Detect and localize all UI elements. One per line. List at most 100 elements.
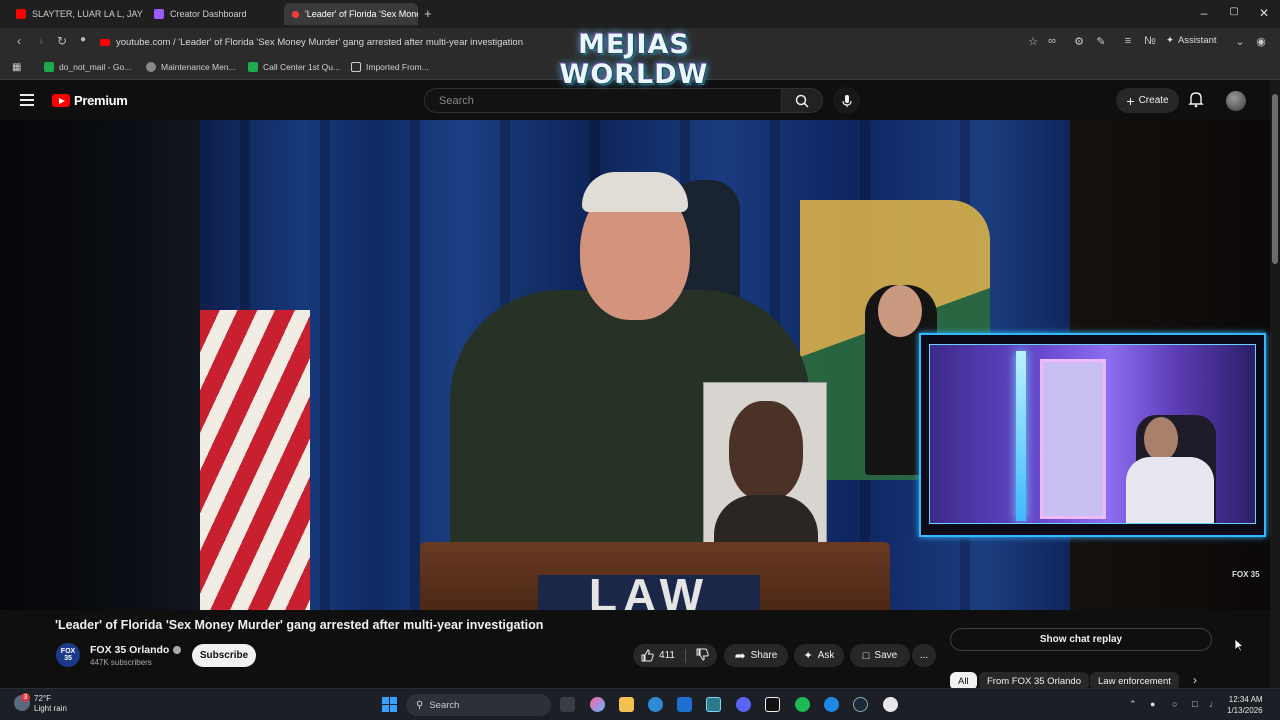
file-explorer-icon[interactable]	[619, 697, 634, 712]
notifications-bell-icon[interactable]	[1188, 91, 1204, 113]
close-window-icon[interactable]: ✕	[1256, 6, 1272, 20]
search-placeholder: Search	[439, 94, 474, 107]
forward-icon[interactable]: ›	[34, 34, 48, 48]
folder-icon	[351, 62, 361, 72]
youtube-play-icon	[52, 94, 70, 107]
browser-tab-3[interactable]: 'Leader' of Florida 'Sex Mone...	[284, 3, 418, 25]
subscriber-count: 447K subscribers	[90, 658, 152, 667]
chip-scroll-right-icon[interactable]: ›	[1193, 673, 1197, 687]
new-tab-button[interactable]: +	[424, 6, 432, 21]
steam-icon[interactable]	[853, 697, 868, 712]
reading-list-icon[interactable]: ≡	[1121, 35, 1135, 47]
assistant-button[interactable]: ✦ Assistant	[1166, 35, 1217, 46]
menu-icon[interactable]	[20, 94, 34, 106]
back-icon[interactable]: ‹	[12, 34, 26, 48]
extensions-icon[interactable]: ⚙	[1072, 35, 1086, 48]
browser-icon[interactable]	[706, 697, 721, 712]
youtube-logo[interactable]: Premium	[52, 93, 128, 108]
tool-icon[interactable]: ✎	[1094, 35, 1108, 48]
plus-icon: +	[1126, 92, 1135, 109]
clock-time: 12:34 AM	[1228, 695, 1263, 704]
sheriff-hair	[582, 172, 688, 212]
spotify-icon[interactable]	[795, 697, 810, 712]
obs-icon[interactable]	[765, 697, 780, 712]
bookmark-label: do_not_mail - Go...	[59, 62, 132, 72]
create-label: Create	[1138, 95, 1169, 106]
channel-name[interactable]: FOX 35 Orlando	[90, 644, 182, 656]
bookmark-item[interactable]: Maintenance Men...	[146, 62, 236, 72]
camera-app-icon[interactable]	[883, 697, 898, 712]
search-icon: ⚲	[416, 699, 424, 711]
streamer-logo: MEJIAS WORLDW	[560, 20, 708, 100]
youtube-premium-label: Premium	[74, 93, 128, 108]
copilot-icon[interactable]	[590, 697, 605, 712]
discord-icon[interactable]	[736, 697, 751, 712]
door	[1040, 359, 1106, 519]
bookmark-label: Maintenance Men...	[161, 62, 236, 72]
windows-taskbar: 3 72°F Light rain ⚲ Search ⌃ ● ○ □ ♩ 12:…	[0, 688, 1280, 720]
tray-app-icon[interactable]: ●	[1150, 699, 1155, 709]
scrollbar-thumb[interactable]	[1272, 94, 1278, 264]
browser-tab-2[interactable]: Creator Dashboard	[146, 3, 281, 25]
chevron-down-icon[interactable]: ⌄	[1233, 35, 1247, 48]
dislike-button[interactable]	[696, 648, 709, 664]
maximize-icon[interactable]: ▢	[1226, 6, 1242, 17]
task-view-icon[interactable]	[560, 697, 575, 712]
channel-watermark: FOX 35	[1232, 570, 1260, 579]
bookmark-label: Call Center 1st Qu...	[263, 62, 341, 72]
link-icon[interactable]: ∞	[1045, 35, 1059, 47]
bookmark-star-icon[interactable]: ☆	[1026, 35, 1040, 48]
subscribe-button[interactable]: Subscribe	[192, 644, 256, 667]
ask-label: Ask	[817, 650, 835, 661]
show-chat-replay-button[interactable]: Show chat replay	[950, 628, 1212, 651]
webcam-feed	[929, 344, 1256, 524]
save-label: Save	[874, 650, 898, 661]
tray-volume-icon[interactable]: ♩	[1209, 699, 1218, 709]
like-button[interactable]: 411	[641, 649, 675, 662]
edge-icon[interactable]	[648, 697, 663, 712]
save-button[interactable]: □ Save	[850, 644, 910, 667]
bookmark-icon: □	[862, 649, 870, 662]
apps-grid-icon[interactable]: ▦	[12, 62, 21, 73]
browser-tab-1[interactable]: SLAYTER, LUAR LA L, JAY WH...	[8, 3, 143, 25]
search-icon	[795, 94, 809, 108]
avatar[interactable]	[1226, 91, 1246, 111]
sheets-icon	[44, 62, 54, 72]
tray-display-icon[interactable]: □	[1192, 699, 1197, 709]
ask-button[interactable]: ✦ Ask	[794, 644, 844, 667]
voice-search-button[interactable]	[833, 87, 860, 114]
assistant-icon: ✦	[1166, 35, 1174, 46]
channel-avatar[interactable]: FOX 35	[56, 643, 80, 667]
verified-icon	[173, 646, 182, 654]
minimize-icon[interactable]: –	[1196, 6, 1212, 20]
app-icon[interactable]	[824, 697, 839, 712]
reload-icon[interactable]: ↻	[55, 34, 69, 48]
logo-line-2: WORLDW	[559, 59, 709, 90]
tray-chevron-up-icon[interactable]: ⌃	[1129, 699, 1137, 710]
page-scrollbar[interactable]	[1270, 80, 1280, 688]
bookmark-item[interactable]: Call Center 1st Qu...	[248, 62, 340, 72]
share-label: Share	[750, 650, 778, 661]
share-button[interactable]: ➦ Share	[724, 644, 788, 667]
tray-mic-icon[interactable]: ○	[1172, 699, 1177, 709]
taskbar-search[interactable]: ⚲ Search	[406, 694, 551, 716]
system-clock[interactable]: 12:34 AM 1/13/2026	[1227, 694, 1263, 716]
url-field[interactable]: youtube.com / 'Leader' of Florida 'Sex M…	[100, 32, 570, 52]
tab-title: SLAYTER, LUAR LA L, JAY WH...	[32, 9, 143, 19]
search-button[interactable]	[781, 88, 823, 113]
mouse-cursor-icon	[1234, 638, 1244, 652]
weather-widget[interactable]: 72°F Light rain	[34, 694, 67, 714]
bookmark-item[interactable]: do_not_mail - Go...	[44, 62, 131, 72]
store-icon[interactable]	[677, 697, 692, 712]
profile-icon[interactable]: ◉	[1254, 35, 1268, 48]
microphone-icon[interactable]: ●	[76, 34, 90, 45]
site-icon	[100, 38, 110, 46]
bookmark-folder[interactable]: Imported From...	[351, 62, 429, 72]
create-button[interactable]: + Create	[1116, 88, 1179, 113]
audio-icon[interactable]: №	[1143, 35, 1157, 47]
windows-start-icon[interactable]	[382, 697, 398, 713]
more-actions-button[interactable]: ...	[912, 644, 936, 667]
weather-temp: 72°F	[34, 694, 51, 703]
creator-dashboard-favicon-icon	[154, 9, 164, 19]
tab-title: 'Leader' of Florida 'Sex Mone...	[305, 9, 418, 19]
